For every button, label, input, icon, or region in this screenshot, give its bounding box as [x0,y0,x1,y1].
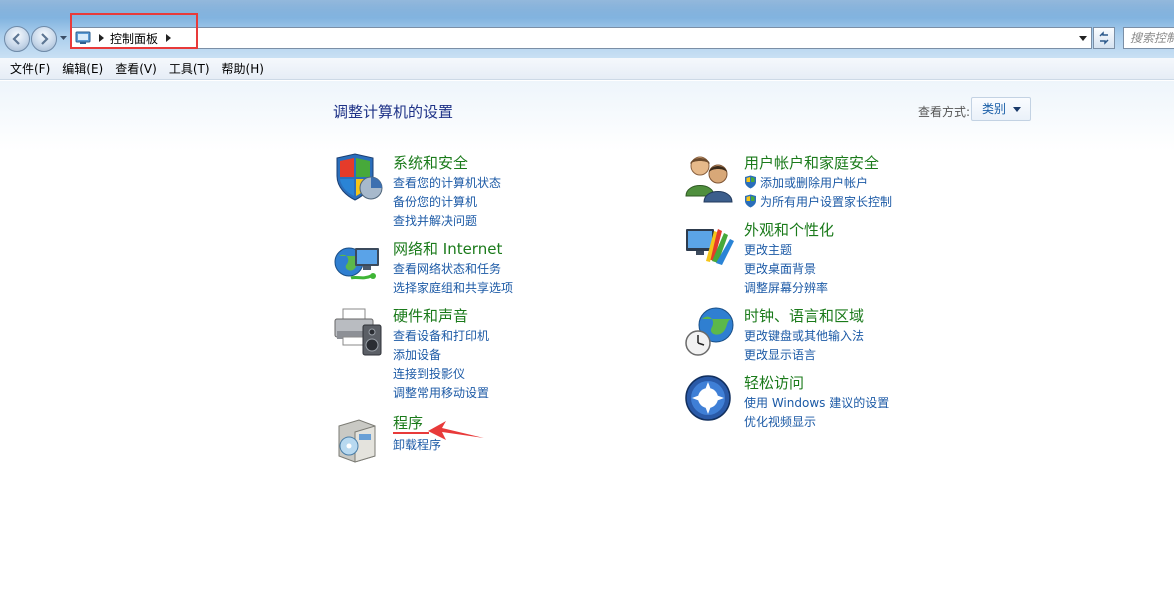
link-add-remove-accounts[interactable]: 添加或删除用户帐户 [744,174,868,191]
programs-box-icon[interactable] [333,412,385,464]
address-bar[interactable]: 控制面板 [70,27,1092,49]
link-use-windows-recommended-settings[interactable]: 使用 Windows 建议的设置 [744,394,889,411]
link-screen-resolution[interactable]: 调整屏幕分辨率 [744,279,828,296]
arrow-left-icon [12,33,20,45]
network-globe-icon[interactable] [333,238,385,290]
address-history-dropdown-icon[interactable] [1077,32,1089,44]
menu-help[interactable]: 帮助(H) [216,59,270,79]
users-icon[interactable] [684,152,736,204]
link-change-desktop-background[interactable]: 更改桌面背景 [744,260,816,277]
uac-shield-icon [745,194,756,208]
appearance-monitor-icon[interactable] [684,219,736,271]
link-change-keyboard-input[interactable]: 更改键盘或其他输入法 [744,327,864,344]
menu-tools[interactable]: 工具(T) [163,59,216,79]
link-add-device[interactable]: 添加设备 [393,346,441,363]
link-troubleshoot[interactable]: 查找并解决问题 [393,212,477,229]
category-clock-language-region: 时钟、语言和区域 更改键盘或其他输入法 更改显示语言 [684,305,1004,365]
category-appearance: 外观和个性化 更改主题 更改桌面背景 调整屏幕分辨率 [684,219,1004,299]
recent-pages-dropdown-icon[interactable] [59,33,68,42]
category-title-user-accounts[interactable]: 用户帐户和家庭安全 [744,152,879,173]
link-change-theme[interactable]: 更改主题 [744,241,792,258]
arrow-right-icon [41,33,49,45]
navigation-bar: 控制面板 搜索控制面板 [0,0,1174,58]
link-mobility-settings[interactable]: 调整常用移动设置 [393,384,489,401]
view-by-value: 类别 [982,102,1007,116]
refresh-button[interactable] [1093,27,1115,49]
control-panel-icon [75,31,91,44]
link-view-network-status[interactable]: 查看网络状态和任务 [393,260,501,277]
ease-of-access-icon[interactable] [684,372,736,424]
link-homegroup-sharing[interactable]: 选择家庭组和共享选项 [393,279,513,296]
category-title-hardware-sound[interactable]: 硬件和声音 [393,305,468,326]
back-button[interactable] [4,26,30,52]
menu-view[interactable]: 查看(V) [109,59,163,79]
printer-speaker-icon[interactable] [333,305,385,357]
chevron-right-icon[interactable] [98,34,105,42]
menu-file[interactable]: 文件(F) [4,59,56,79]
category-network-internet: 网络和 Internet 查看网络状态和任务 选择家庭组和共享选项 [333,238,633,298]
link-connect-projector[interactable]: 连接到投影仪 [393,365,465,382]
refresh-icon [1099,31,1109,45]
menu-edit[interactable]: 编辑(E) [56,59,109,79]
category-title-appearance[interactable]: 外观和个性化 [744,219,834,240]
chevron-right-icon[interactable] [165,34,172,42]
category-system-security: 系统和安全 查看您的计算机状态 备份您的计算机 查找并解决问题 [333,152,633,232]
uac-shield-icon [745,175,756,189]
main-content: 调整计算机的设置 查看方式: 类别 系统和安全 查看您的计算机状态 备份您的计算… [0,81,1174,612]
link-parental-controls[interactable]: 为所有用户设置家长控制 [744,193,892,210]
category-title-ease-of-access[interactable]: 轻松访问 [744,372,804,393]
category-title-system-security[interactable]: 系统和安全 [393,152,468,173]
link-view-computer-status[interactable]: 查看您的计算机状态 [393,174,501,191]
forward-button[interactable] [31,26,57,52]
link-change-display-language[interactable]: 更改显示语言 [744,346,816,363]
category-ease-of-access: 轻松访问 使用 Windows 建议的设置 优化视频显示 [684,372,1004,432]
view-by-label: 查看方式: [918,105,971,119]
link-parental-controls-label: 为所有用户设置家长控制 [760,195,893,209]
search-input[interactable]: 搜索控制面板 [1123,27,1174,49]
clock-globe-icon[interactable] [684,305,736,357]
security-shield-icon[interactable] [333,152,385,204]
link-optimize-video-display[interactable]: 优化视频显示 [744,413,816,430]
category-hardware-sound: 硬件和声音 查看设备和打印机 添加设备 连接到投影仪 调整常用移动设置 [333,305,633,405]
breadcrumb-control-panel[interactable]: 控制面板 [110,30,158,47]
category-title-clock-language-region[interactable]: 时钟、语言和区域 [744,305,864,326]
link-add-remove-accounts-label: 添加或删除用户帐户 [760,176,869,190]
menu-bar: 文件(F) 编辑(E) 查看(V) 工具(T) 帮助(H) [0,58,1174,80]
view-by-dropdown[interactable]: 类别 [971,97,1031,121]
annotation-underline [393,432,429,434]
annotation-arrow-icon [428,421,484,440]
chevron-down-icon [1013,107,1021,112]
control-panel-window: 控制面板 搜索控制面板 文件(F) 编辑(E) 查看(V) 工具(T) 帮助(H… [0,0,1174,612]
category-user-accounts: 用户帐户和家庭安全 添加或删除用户帐户 为所有用户设置家长控制 [684,152,1004,212]
category-title-network-internet[interactable]: 网络和 Internet [393,238,502,259]
link-devices-printers[interactable]: 查看设备和打印机 [393,327,489,344]
category-title-programs[interactable]: 程序 [393,412,423,433]
page-title: 调整计算机的设置 [333,103,454,121]
link-backup-computer[interactable]: 备份您的计算机 [393,193,477,210]
